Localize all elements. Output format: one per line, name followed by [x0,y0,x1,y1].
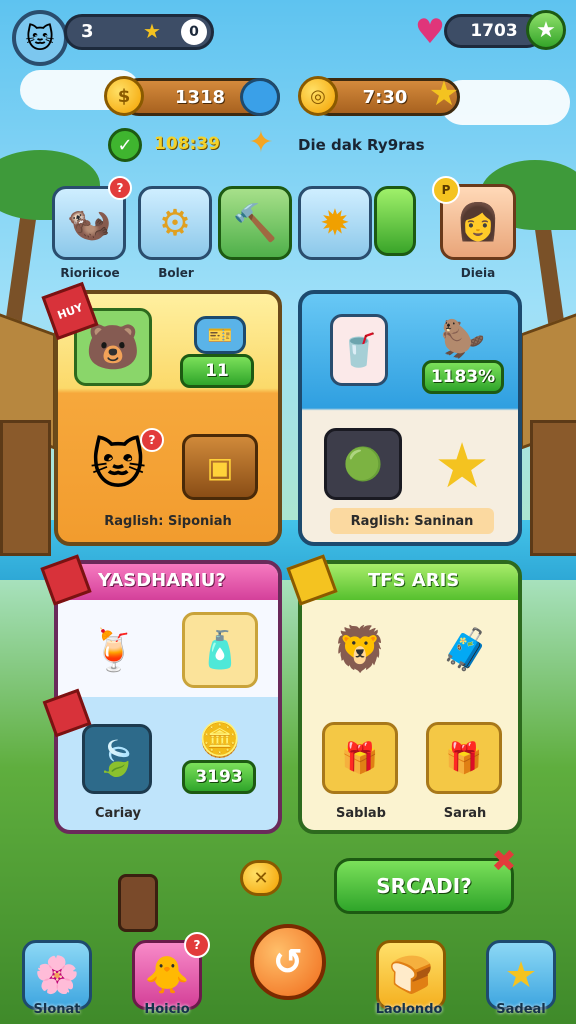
treasure-chest-icon[interactable]: ▣ [182,434,258,500]
leaf-card-icon[interactable]: 🍃 [82,724,152,794]
nav-chick-badge: ? [184,932,210,958]
sun-icon: ✹ [319,202,351,244]
promo-text: Die dak Ry9ras [298,136,425,154]
green-value: 108:39 [154,134,220,154]
star-icon: ★ [504,954,538,996]
action-button[interactable]: SRCADI? [334,858,514,914]
flower-icon: 🌸 [34,955,80,996]
cat-face-icon[interactable]: 🐱 [12,10,68,66]
gold-value: 1318 [174,86,226,108]
nav-star-button[interactable]: ★ [486,940,556,1010]
panel-b-button[interactable]: 1183% [422,360,504,394]
water-cooler-icon[interactable]: 🧴 [182,612,258,688]
coin-action-icon[interactable]: ↺ [250,924,326,1000]
panel-rewards: TFS ARIS 🦁 🧳 🎁 🎁 Sablab Sarah [298,560,522,834]
hammer-slot[interactable]: 🔨 [218,186,292,260]
nav-flower-label: Slonat [33,1002,81,1017]
tree-stump [118,874,158,932]
panel-a-button[interactable]: 11 [180,354,254,388]
star-icon: ★ [428,74,460,114]
avatar-badge: P [432,176,460,204]
hammer-icon: 🔨 [232,203,278,244]
panel-c-caption: Cariay [94,806,142,821]
slime-card-icon[interactable]: 🟢 [324,428,402,500]
panel-d-caption-left: Sablab [336,806,386,821]
sun-slot[interactable]: ✹ [298,186,372,260]
bear-icon: 🐻 [85,322,141,373]
chick-icon: 🐥 [144,955,190,996]
pet-badge: ? [140,428,164,452]
gear-slot[interactable]: ⚙ [138,186,212,260]
gold-box-icon[interactable]: 🎁 [322,722,398,794]
close-icon[interactable]: ✖ [488,846,520,878]
panel-c-button[interactable]: 3193 [182,760,256,794]
chat-icon[interactable] [240,78,280,116]
level-value: 3 [81,21,94,42]
gold-chest-icon[interactable]: 🎁 [426,722,502,794]
girl-avatar-icon: 👩 [455,202,501,243]
avatar-label: Dieia [460,266,496,280]
toast-icon: 🍞 [388,955,434,996]
nav-toast-label: Laolondo [375,1002,443,1017]
silver-value: 7:30 [362,86,408,108]
panel-d-caption-right: Sarah [443,806,487,821]
gem-icon[interactable] [374,186,416,256]
level-bar: 3 ★ 0 [64,14,214,50]
lion-cub-icon: 🦁 [332,624,388,675]
nav-chick-label: Hoicio [144,1002,190,1017]
gear-label: Boler [158,266,194,280]
panel-items: YASDHARIU? 🍹 🧴 🍃 🪙 3193 Cariay [54,560,282,834]
hut [530,420,576,556]
add-star-icon[interactable]: ★ [526,10,566,50]
panel-d-title: TFS ARIS [368,570,460,591]
otter-icon: 🦦 [66,203,112,244]
capybara-icon: 🦫 [440,319,486,360]
panel-a-footer: Raglish: Siponiah [104,514,232,529]
coin-stack-icon: 🪙 [198,720,242,760]
panel-shop: 🥤 🦫 1183% 🟢 ★ Raglish: Saninan [298,290,522,546]
lunchbox-icon: 🧳 [441,626,491,673]
panel-b-footer: Raglish: Saninan [350,514,474,529]
otter-badge: ? [108,176,132,200]
drink-icon: 🍹 [89,627,139,674]
nav-star-label: Sadeal [496,1002,546,1017]
cookie-icon[interactable]: ✕ [240,860,282,896]
gear-icon: ⚙ [158,202,192,244]
otter-label: Rioriicoe [60,266,120,280]
leaf-icon: ✓ [108,128,142,162]
panel-c-title: YASDHARIU? [98,570,226,591]
nav-flower-button[interactable]: 🌸 [22,940,92,1010]
star-icon: ★ [143,19,161,43]
gold-coin-icon: $ [104,76,144,116]
ticket-icon: 🎫 [194,316,246,354]
hut [0,420,51,556]
nav-toast-button[interactable]: 🍞 [376,940,446,1010]
juice-glass-icon: 🥤 [330,314,388,386]
silver-coin-icon: ◎ [298,76,338,116]
puzzle-icon: ✦ [248,125,274,160]
star-badge-icon: ★ [434,428,490,502]
info-icon[interactable]: 0 [181,19,207,45]
